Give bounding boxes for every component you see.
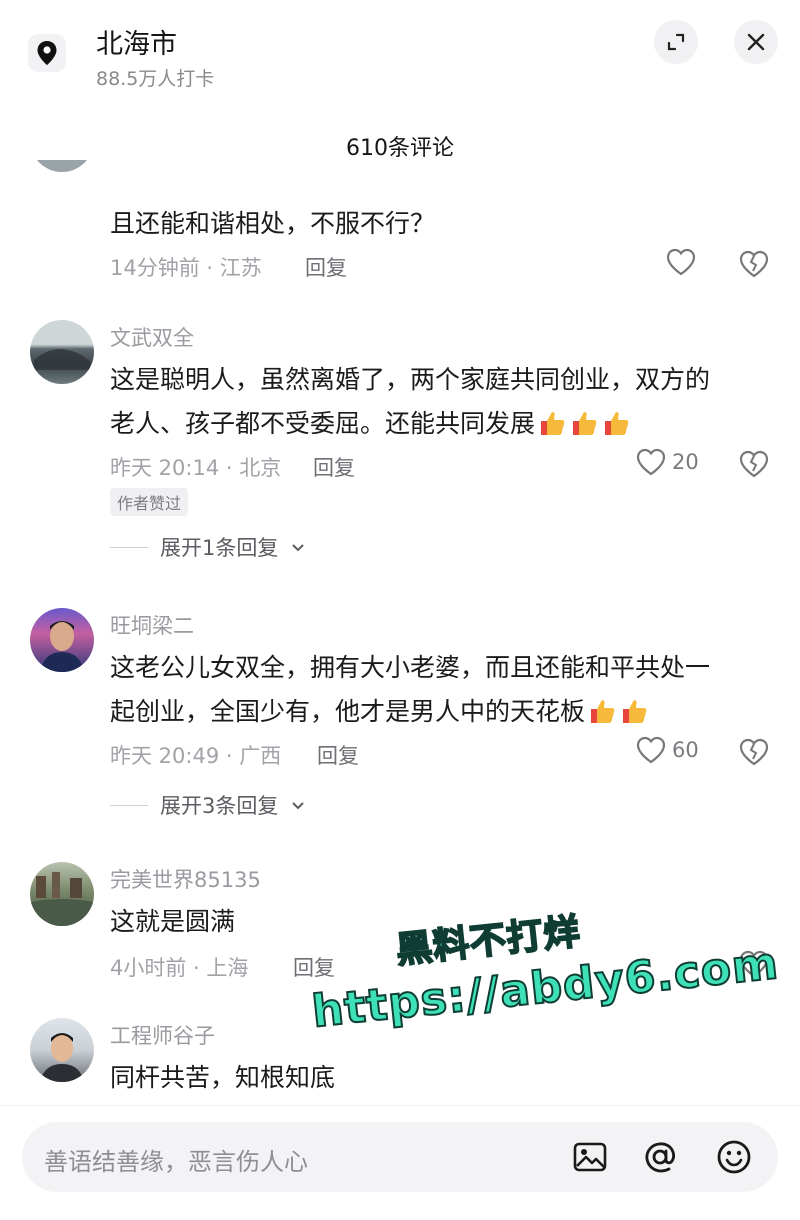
thumbs-up-emoji-icon (591, 700, 615, 723)
broken-heart-icon[interactable] (738, 448, 770, 480)
avatar[interactable] (30, 320, 94, 384)
thumbs-up-emoji-icon (573, 412, 597, 435)
emoji-smile-icon[interactable] (714, 1137, 754, 1177)
location-header: 北海市 88.5万人打卡 (0, 0, 800, 100)
comment-text-cut: 这哥们就又个是一般人：能把这二个女人团结在一起而且还能和谐相处，不服不行？ (110, 160, 770, 170)
avatar[interactable] (30, 1018, 94, 1082)
reply-button[interactable]: 回复 (305, 252, 347, 282)
comment-input[interactable]: 善语结善缘，恶言伤人心 (22, 1122, 778, 1192)
avatar[interactable] (30, 160, 94, 172)
heart-outline-icon (666, 248, 696, 276)
username[interactable]: 旺垌梁二 (110, 610, 194, 640)
comment-text-line: 老人、孩子都不受委屈。还能共同发展 (110, 402, 770, 446)
close-icon (747, 33, 765, 51)
comment-text-line: 起创业，全国少有，他才是男人中的天花板 (110, 697, 586, 726)
like-button[interactable]: 60 (636, 736, 699, 764)
comment-meta: 昨天 20:49 · 广西 (110, 744, 282, 768)
comment-count-title: 610条评论 (346, 136, 454, 161)
username[interactable]: 完美世界85135 (110, 864, 261, 894)
comment-meta: 4小时前 · 上海 (110, 956, 249, 980)
thumbs-up-emoji-icon (605, 412, 629, 435)
expand-replies[interactable]: 展开1条回复 (110, 532, 306, 562)
expand-replies-label: 展开3条回复 (160, 794, 279, 818)
expand-icon (667, 33, 685, 51)
comment-meta: 昨天 20:14 · 北京 (110, 456, 282, 480)
reply-button[interactable]: 回复 (317, 740, 359, 770)
reply-button[interactable]: 回复 (313, 452, 355, 482)
thumbs-up-emoji-icon (623, 700, 647, 723)
image-icon[interactable] (570, 1137, 610, 1177)
comment-text-line: 老人、孩子都不受委屈。还能共同发展 (110, 409, 536, 438)
expand-button[interactable] (654, 20, 698, 64)
like-count: 20 (672, 450, 699, 474)
like-count: 60 (672, 738, 699, 762)
username[interactable]: 文武双全 (110, 322, 194, 352)
broken-heart-icon[interactable] (738, 736, 770, 768)
location-pin-icon (28, 34, 66, 72)
author-liked-badge: 作者赞过 (110, 488, 189, 516)
comment-text-line: 起创业，全国少有，他才是男人中的天花板 (110, 690, 770, 734)
divider (110, 546, 148, 548)
avatar[interactable] (30, 862, 94, 926)
comment-input-bar: 善语结善缘，恶言伤人心 (0, 1105, 800, 1220)
checkin-count: 88.5万人打卡 (96, 68, 215, 90)
avatar[interactable] (30, 608, 94, 672)
comment-text-partial: 这哥们就又个是一般人：能把这二个女人团结在一起而且还能和谐相处，不服不行？ (110, 160, 770, 170)
thumbs-up-emoji-icon (541, 412, 565, 435)
close-button[interactable] (734, 20, 778, 64)
expand-replies[interactable]: 展开3条回复 (110, 790, 306, 820)
expand-replies-label: 展开1条回复 (160, 536, 279, 560)
username[interactable]: 工程师谷子 (110, 1020, 215, 1050)
broken-heart-icon[interactable] (738, 248, 770, 280)
comment-text: 且还能和谐相处，不服不行？ (110, 209, 436, 238)
city-name[interactable]: 北海市 (96, 22, 177, 61)
at-sign-icon[interactable] (640, 1137, 680, 1177)
like-button[interactable] (666, 248, 696, 276)
comment-input-placeholder: 善语结善缘，恶言伤人心 (44, 1148, 308, 1176)
chevron-down-icon (292, 544, 305, 552)
comment-text-line: 这老公儿女双全，拥有大小老婆，而且还能和平共处一 (110, 653, 711, 682)
heart-outline-icon (636, 448, 666, 476)
divider (110, 804, 148, 806)
comment-text-line: 这是聪明人，虽然离婚了，两个家庭共同创业，双方的 (110, 365, 711, 394)
comment-meta: 14分钟前 · 江苏 (110, 256, 262, 280)
heart-outline-icon (636, 736, 666, 764)
chevron-down-icon (292, 802, 305, 810)
like-button[interactable]: 20 (636, 448, 699, 476)
